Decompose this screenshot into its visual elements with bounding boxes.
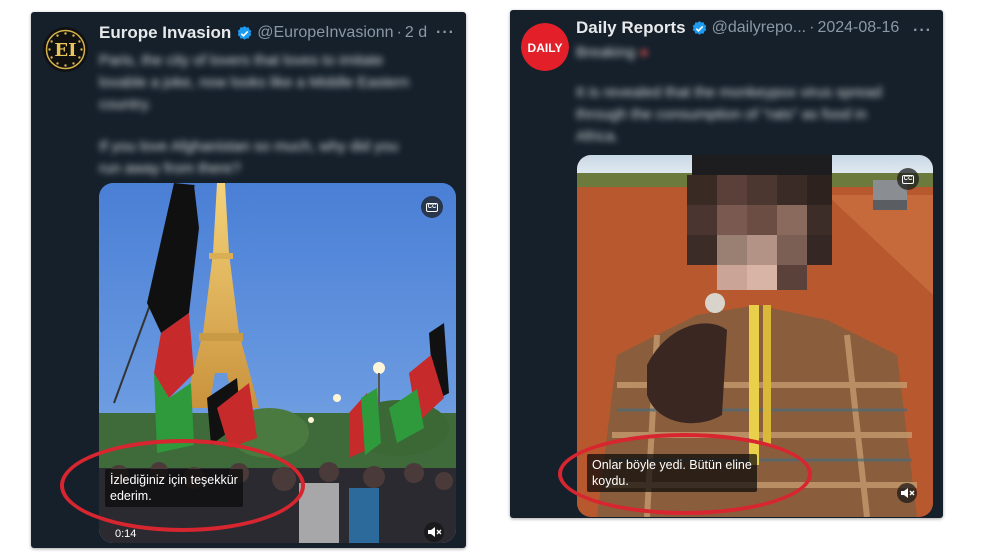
closed-captions-button[interactable]: CC bbox=[421, 196, 443, 218]
closed-captions-button[interactable]: CC bbox=[897, 168, 919, 190]
tweet-body-spacer bbox=[99, 116, 449, 136]
verified-badge-icon bbox=[692, 20, 706, 35]
tweet-body-line: If you love Afghanistan so much, why did… bbox=[99, 138, 399, 155]
handle[interactable]: @dailyrepo... bbox=[712, 19, 807, 37]
display-name[interactable]: Daily Reports bbox=[576, 18, 686, 38]
svg-text:EI: EI bbox=[54, 40, 76, 61]
daily-reports-logo-icon: DAILY bbox=[521, 23, 569, 71]
separator-dot: · bbox=[809, 19, 815, 36]
tweet-body-line: lovable a joke, now looks like a Middle … bbox=[99, 74, 410, 91]
mute-button[interactable] bbox=[424, 522, 444, 542]
muted-speaker-icon bbox=[428, 527, 442, 537]
separator-dot: · bbox=[396, 24, 402, 41]
tweet-body-spacer bbox=[576, 64, 926, 82]
verified-badge-icon bbox=[238, 25, 252, 40]
tweet-body-line: country. bbox=[99, 96, 152, 113]
tweet-body-line: Africa. bbox=[576, 128, 619, 145]
handle[interactable]: @EuropeInvasionn bbox=[257, 24, 393, 42]
svg-text:DAILY: DAILY bbox=[528, 41, 563, 55]
cc-label: CC bbox=[425, 202, 439, 212]
highlight-ring-subtitle-2 bbox=[558, 433, 812, 515]
display-name[interactable]: Europe Invasion bbox=[99, 23, 231, 43]
tweet-body-line: It is revealed that the monkeypox virus … bbox=[576, 84, 882, 101]
highlight-ring-subtitle-1 bbox=[60, 439, 305, 532]
mute-button[interactable] bbox=[897, 483, 917, 503]
cc-label: CC bbox=[901, 174, 915, 184]
avatar[interactable]: DAILY bbox=[521, 23, 569, 71]
more-options-icon[interactable]: ··· bbox=[913, 22, 932, 40]
muted-speaker-icon bbox=[901, 488, 915, 498]
emoji-icon: ● bbox=[639, 44, 649, 61]
tweet-body-line: Breaking ● bbox=[576, 42, 926, 64]
tweet-body-line: run away from there? bbox=[99, 160, 241, 177]
tweet-body-line: Breaking bbox=[576, 44, 636, 61]
tweet-body-blurred: Paris, the city of lovers that loves to … bbox=[99, 50, 449, 180]
timestamp[interactable]: 2024-08-16 bbox=[817, 19, 899, 37]
tweet-body-line: through the consumption of "rats" as foo… bbox=[576, 106, 867, 123]
avatar[interactable]: EI bbox=[43, 27, 88, 72]
tweet-body-blurred: Breaking ● It is revealed that the monke… bbox=[576, 42, 926, 148]
tweet-body-line: Paris, the city of lovers that loves to … bbox=[99, 52, 384, 69]
europe-invasion-logo-icon: EI bbox=[43, 27, 88, 72]
video-timer: 0:14 bbox=[115, 528, 137, 540]
timestamp[interactable]: 2 d bbox=[405, 24, 427, 42]
more-options-icon[interactable]: ··· bbox=[436, 24, 455, 42]
